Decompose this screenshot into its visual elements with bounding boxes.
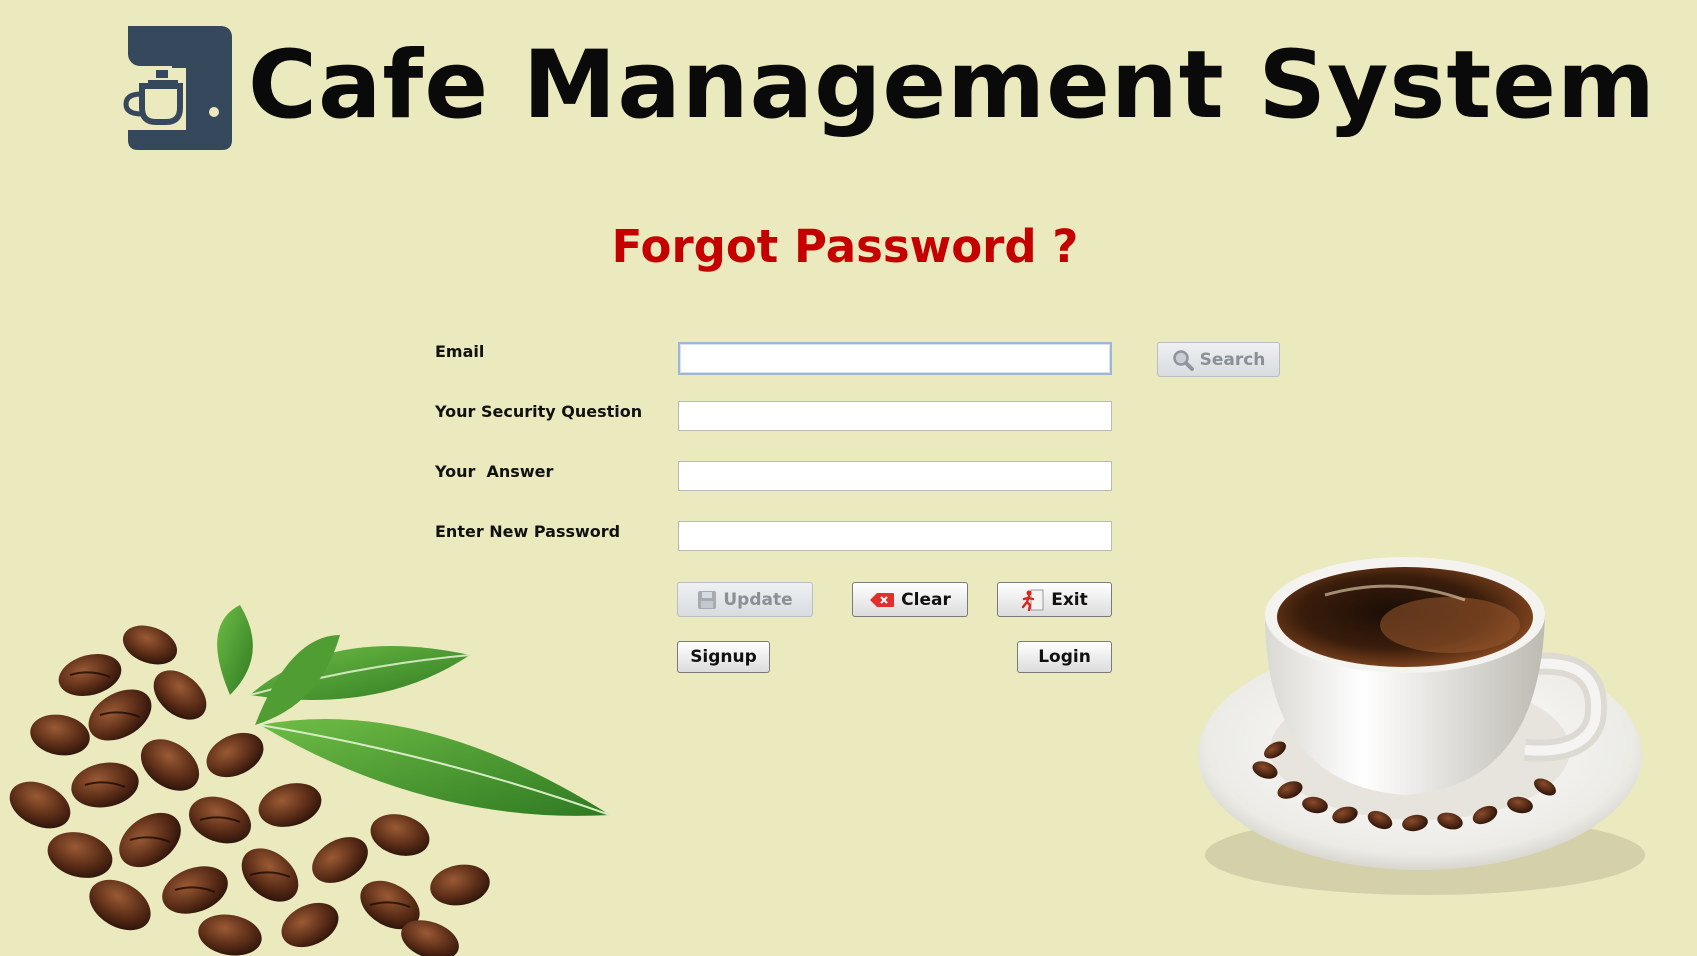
clear-button-label: Clear bbox=[901, 589, 951, 610]
update-button[interactable]: Update bbox=[677, 582, 813, 617]
answer-field[interactable] bbox=[678, 461, 1112, 491]
exit-button[interactable]: Exit bbox=[997, 582, 1112, 617]
email-field[interactable] bbox=[678, 342, 1112, 375]
clear-button[interactable]: Clear bbox=[852, 582, 968, 617]
exit-button-label: Exit bbox=[1051, 589, 1088, 610]
login-button[interactable]: Login bbox=[1017, 641, 1112, 673]
search-icon bbox=[1172, 349, 1194, 371]
coffee-machine-icon bbox=[123, 26, 232, 150]
clear-icon bbox=[870, 592, 895, 607]
security-question-label: Your Security Question bbox=[435, 402, 643, 421]
answer-label: Your Answer bbox=[435, 462, 554, 481]
signup-button[interactable]: Signup bbox=[677, 641, 770, 673]
login-button-label: Login bbox=[1038, 647, 1091, 667]
coffee-beans-image bbox=[9, 605, 611, 956]
app-title: Cafe Management System bbox=[248, 31, 1656, 140]
signup-button-label: Signup bbox=[690, 647, 757, 667]
save-icon bbox=[698, 590, 717, 609]
search-button[interactable]: Search bbox=[1157, 342, 1280, 377]
exit-icon bbox=[1022, 589, 1044, 611]
search-button-label: Search bbox=[1199, 349, 1266, 370]
coffee-cup-image bbox=[1198, 557, 1645, 895]
email-label: Email bbox=[435, 342, 485, 361]
security-question-field[interactable] bbox=[678, 401, 1112, 431]
new-password-label: Enter New Password bbox=[435, 522, 621, 541]
new-password-field[interactable] bbox=[678, 521, 1112, 551]
page-heading: Forgot Password ? bbox=[611, 220, 1079, 273]
update-button-label: Update bbox=[723, 589, 793, 610]
